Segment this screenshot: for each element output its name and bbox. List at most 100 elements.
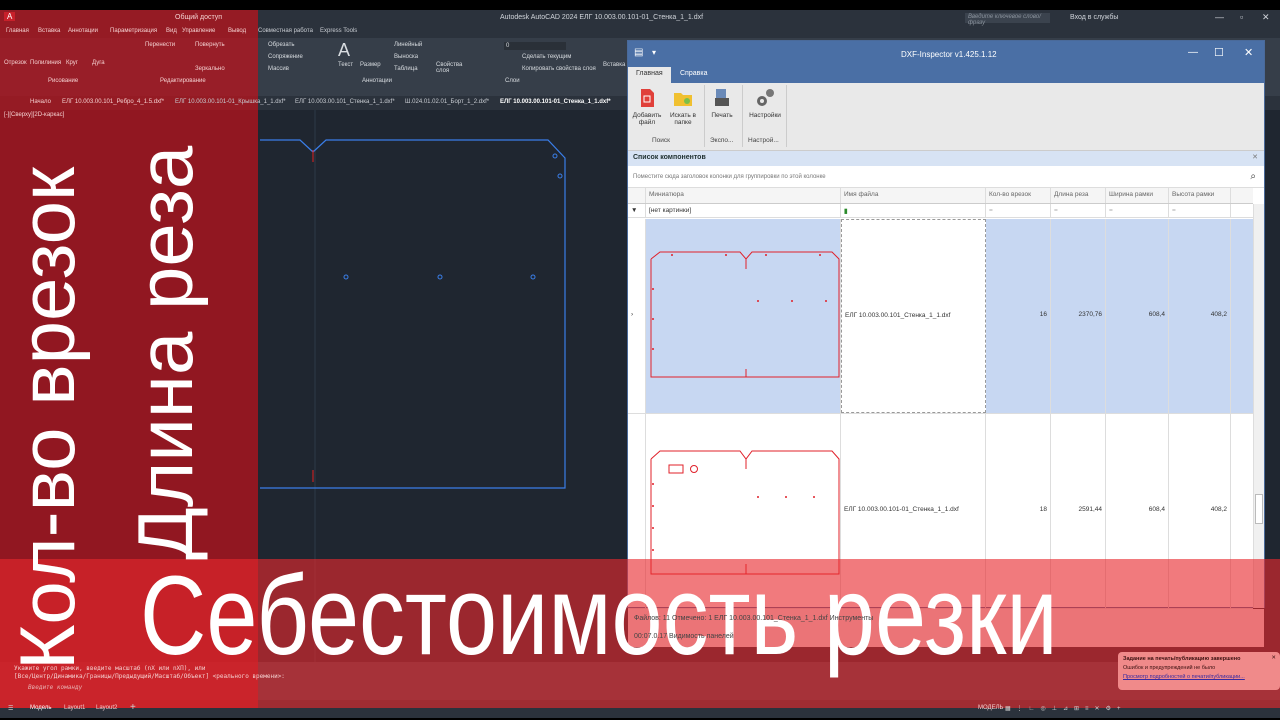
menu-icon[interactable]: ☰ [8,705,13,712]
add-layout-button[interactable]: + [130,702,136,713]
doc-tab[interactable]: ЕЛГ 10.003.00.101-01_Крышка_1_1.dxf* [175,99,286,105]
move-tool[interactable]: Перенести [145,42,175,48]
array-tool[interactable]: Массив [268,66,289,72]
folder-search-icon [674,93,692,106]
doc-tab[interactable]: ЕЛГ 10.003.00.101_Стенка_1_1.dxf* [295,99,395,105]
doc-tab[interactable]: Ш.024.01.02.01_Борт_1_2.dxf* [405,99,489,105]
tab-express-tools[interactable]: Express Tools [320,28,357,34]
toast-message: Ошибок и предупреждений не было [1123,665,1216,671]
autocad-titlebar: A Общий доступ Autodesk AutoCAD 2024 ЕЛГ… [0,10,1280,26]
add-file-button[interactable]: Добавить файл [630,87,664,126]
tab-main[interactable]: Главная [628,67,671,83]
status-toggles[interactable]: ▦⋮∟◎⊥⊿⊞≡✕⚙+ [1005,705,1126,712]
filter-pierces[interactable]: = [986,204,1051,217]
match-layer-button[interactable]: Копировать свойства слоя [522,66,596,72]
maximize-button[interactable]: ▫ [1240,12,1243,22]
rotate-tool[interactable]: Повернуть [195,42,225,48]
layer-dropdown[interactable]: 0 [504,42,566,50]
mirror-tool[interactable]: Зеркально [195,66,225,72]
toast-close-icon[interactable]: ✕ [1271,655,1276,661]
status-bar: ☰ Модель Layout1 Layout2 + МОДЕЛЬ ▦⋮∟◎⊥⊿… [0,700,1280,718]
doc-tab-active[interactable]: ЕЛГ 10.003.00.101-01_Стенка_1_1.dxf* [500,99,611,105]
circle-tool[interactable]: Круг [66,60,78,66]
toast-details-link[interactable]: Просмотр подробностей о печати/публикаци… [1123,674,1275,680]
tab-manage[interactable]: Управление [182,28,215,34]
gears-icon [757,89,774,106]
scroll-thumb[interactable] [1255,494,1263,524]
filter-frame-height[interactable]: = [1169,204,1231,217]
quick-access-dropdown[interactable]: ▾ [652,48,656,57]
cell-filename[interactable]: ЕЛГ 10.003.00.101-01_Стенка_1_1.dxf [841,414,986,608]
layout-tab[interactable]: Layout1 [64,705,85,711]
filter-frame-width[interactable]: = [1106,204,1169,217]
cell-frame-width: 608,4 [1106,414,1169,608]
dimension-tool[interactable]: Размер [360,62,381,68]
cell-pierces: 18 [986,414,1051,608]
search-icon[interactable]: ⌕ [1250,171,1256,182]
row-indicator-icon: › [628,219,646,413]
leader-tool[interactable]: Выноска [394,54,418,60]
settings-button[interactable]: Настройки [746,87,784,119]
tab-home[interactable]: Главная [6,28,29,34]
arc-tool[interactable]: Дуга [92,60,105,66]
table-row[interactable]: ЕЛГ 10.003.00.101-01_Стенка_1_1.dxf 18 2… [628,414,1253,609]
column-frame-width[interactable]: Ширина рамки [1106,188,1169,203]
table-tool[interactable]: Таблица [394,66,418,72]
line-tool[interactable]: Отрезок [4,60,27,66]
linear-tool[interactable]: Линейный [394,42,422,48]
search-input[interactable]: Введите ключевое слово/фразу [965,13,1050,26]
command-input[interactable]: Введите команду [28,684,82,691]
insert-button[interactable]: Вставка [603,62,625,68]
tab-annotate[interactable]: Аннотации [68,28,98,34]
share-button[interactable]: Общий доступ [175,14,222,21]
vertical-scrollbar[interactable] [1253,204,1264,608]
cell-frame-height: 408,2 [1169,219,1231,413]
minimize-button[interactable]: — [1188,47,1198,58]
close-button[interactable]: ✕ [1262,12,1270,23]
command-line[interactable]: Укажите угол рамки, введите масштаб (nX … [0,662,1280,700]
doc-tab[interactable]: ЕЛГ 10.003.00.101_Ребро_4_1.5.dxf* [62,99,164,105]
column-cut-length[interactable]: Длина реза [1051,188,1106,203]
model-space-button[interactable]: МОДЕЛЬ [978,705,1003,711]
status-line[interactable]: 00:07.0.17 Видимость панелей [634,633,734,640]
tab-parametric[interactable]: Параметризация [110,28,157,34]
maximize-button[interactable]: ☐ [1214,46,1224,59]
doc-tab[interactable]: Начало [30,99,51,105]
trim-tool[interactable]: Обрезать [268,42,294,48]
polyline-tool[interactable]: Полилиния [30,60,61,66]
table-row[interactable]: › ЕЛГ 10.003.00.101_Стенка_1_1.dxf 16 23… [628,219,1253,414]
layer-properties-button[interactable]: Свойства слоя [436,62,466,74]
tab-insert[interactable]: Вставка [38,28,60,34]
layout-tab[interactable]: Layout2 [96,705,117,711]
inspector-title: DXF-Inspector v1.425.1.12 [901,50,997,59]
cell-filename[interactable]: ЕЛГ 10.003.00.101_Стенка_1_1.dxf [841,219,986,413]
tab-help[interactable]: Справка [672,67,715,83]
tab-view[interactable]: Вид [166,28,177,34]
group-by-area[interactable]: Поместите сюда заголовок колонки для гру… [628,168,1264,188]
search-folder-button[interactable]: Искать в папке [666,87,700,126]
autocad-logo-icon[interactable]: A [4,12,16,21]
column-filename[interactable]: Имя файла [841,188,986,203]
viewport-label[interactable]: [-][Сверху][2D-каркас] [4,112,64,118]
app-icon[interactable]: ▤ [634,47,643,58]
text-tool[interactable]: Текст [338,62,353,68]
filter-filename[interactable]: ▮ [841,204,986,217]
filter-thumbnail[interactable]: [нет картинки] [646,204,841,217]
tab-output[interactable]: Вывод [228,28,246,34]
column-frame-height[interactable]: Высота рамки [1169,188,1231,203]
part-thumbnail [650,251,840,378]
minimize-button[interactable]: — [1215,12,1224,22]
fillet-tool[interactable]: Сопряжение [268,54,303,60]
filter-cut-length[interactable]: = [1051,204,1106,217]
column-pierces[interactable]: Кол-во врезок [986,188,1051,203]
login-button[interactable]: Вход в службы [1070,14,1118,21]
tab-collaborate[interactable]: Совместная работа [258,28,313,34]
make-current-button[interactable]: Сделать текущим [522,54,571,60]
column-thumbnail[interactable]: Миниатюра [646,188,841,203]
cell-cut-length: 2370,76 [1051,219,1106,413]
cell-frame-height: 408,2 [1169,414,1231,608]
close-button[interactable]: ✕ [1244,46,1253,59]
print-button[interactable]: Печать [705,87,739,119]
panel-close-icon[interactable]: ✕ [1252,153,1258,161]
layout-tab-model[interactable]: Модель [30,705,52,711]
